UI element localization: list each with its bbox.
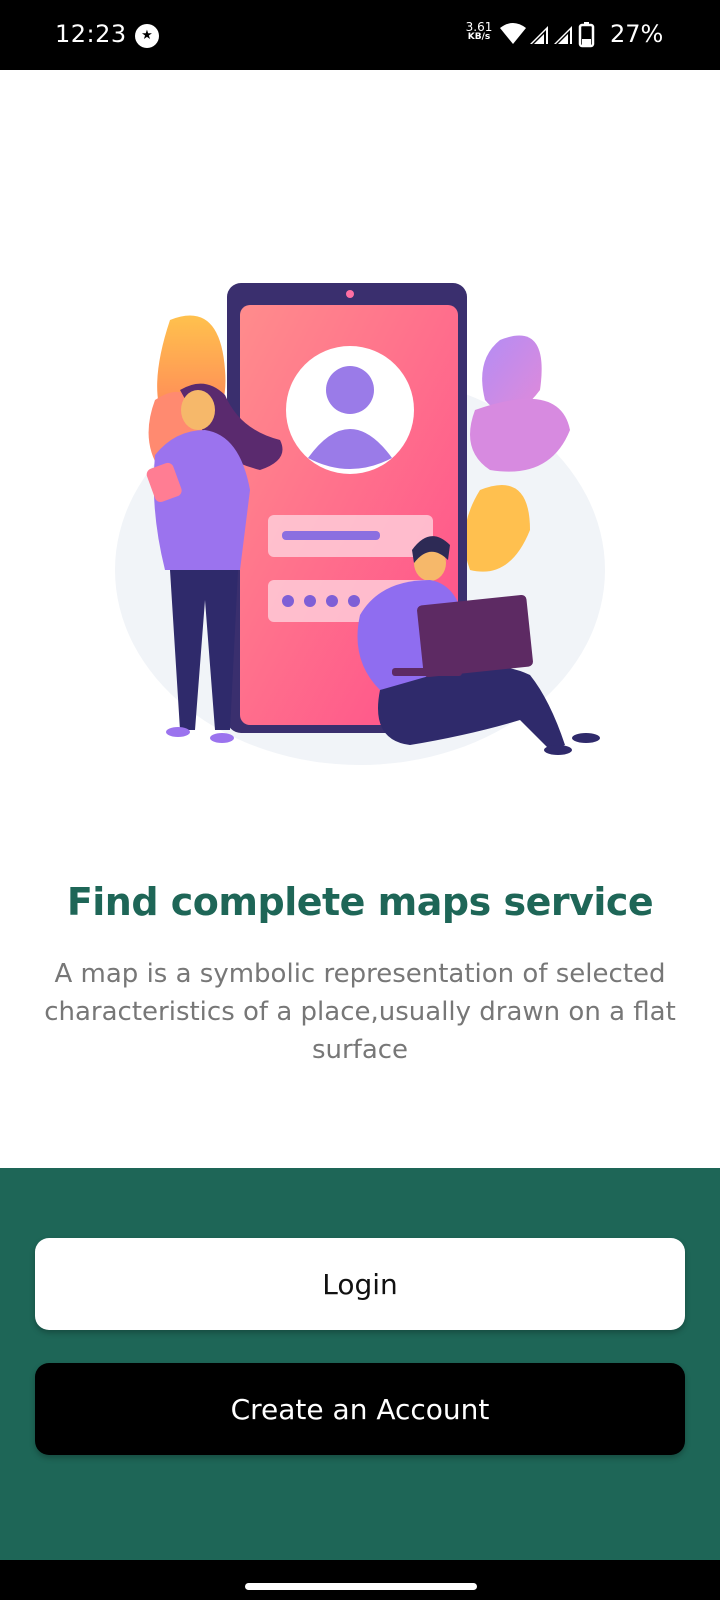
signal-icon — [530, 26, 548, 44]
network-speed-unit: KB/s — [467, 32, 491, 42]
battery-percent: 27% — [610, 20, 664, 48]
status-time: 12:23 — [55, 20, 127, 48]
battery-icon — [578, 22, 595, 48]
login-button[interactable]: Login — [35, 1238, 685, 1330]
onboarding-screen: 12:23 ★ 3.61 KB/s 27% Find complete maps… — [0, 0, 720, 1600]
home-indicator[interactable] — [245, 1583, 477, 1590]
create-account-button[interactable]: Create an Account — [35, 1363, 685, 1455]
wifi-icon — [500, 23, 526, 44]
page-description: A map is a symbolic representation of se… — [44, 959, 676, 1065]
network-speed: 3.61 KB/s — [464, 21, 494, 42]
status-bar: 12:23 ★ 3.61 KB/s 27% — [0, 0, 720, 70]
signal-icon — [554, 26, 572, 44]
action-panel: Login Create an Account — [0, 1168, 720, 1560]
navigation-bar — [0, 1560, 720, 1600]
status-icons — [500, 22, 595, 48]
page-title: Find complete maps service — [66, 880, 654, 924]
login-illustration — [115, 283, 605, 765]
notification-dot-icon: ★ — [135, 24, 159, 48]
